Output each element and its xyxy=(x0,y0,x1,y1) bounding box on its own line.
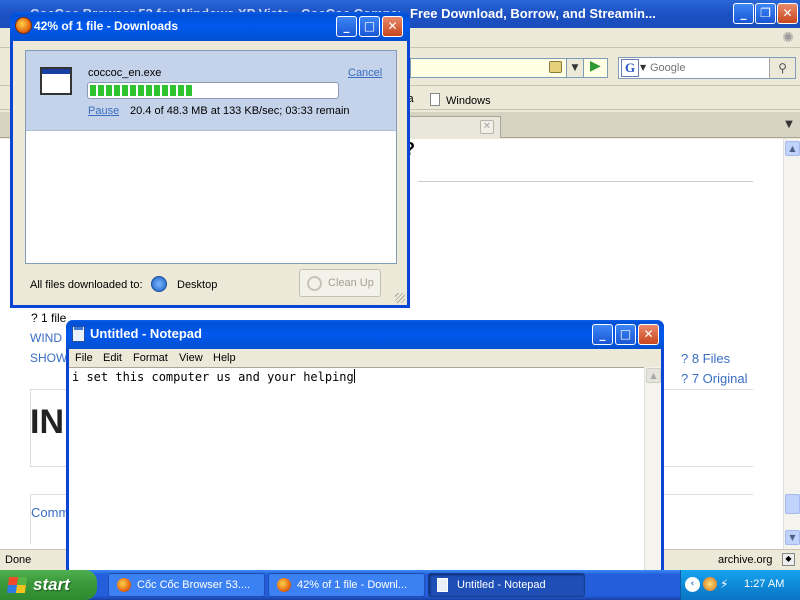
page-scrollbar[interactable]: ▲ ▼ xyxy=(783,139,800,549)
taskbar: start Cốc Cốc Browser 53.... 42% of 1 fi… xyxy=(0,570,800,600)
show-link[interactable]: SHOW xyxy=(30,351,67,365)
download-folder[interactable]: Desktop xyxy=(177,279,217,291)
search-box: G ▼ ⚲ xyxy=(618,57,796,79)
tab-list-icon[interactable]: ▼ xyxy=(780,114,798,136)
throbber-icon: ✺ xyxy=(782,30,794,46)
taskbar-item-browser[interactable]: Cốc Cốc Browser 53.... xyxy=(108,573,265,597)
search-input[interactable] xyxy=(650,60,770,76)
download-progress-bar xyxy=(87,82,339,99)
search-icon[interactable]: ⚲ xyxy=(769,58,795,78)
scroll-up-arrow-icon[interactable]: ▲ xyxy=(646,368,661,383)
download-progress-fill xyxy=(90,85,194,96)
notepad-menu-bar: File Edit Format View Help xyxy=(69,349,661,367)
clean-up-label: Clean Up xyxy=(328,277,374,289)
show-hidden-icons-icon[interactable]: ‹ xyxy=(685,577,700,592)
google-engine-icon[interactable]: G xyxy=(621,59,639,77)
scroll-down-arrow-icon[interactable]: ▼ xyxy=(785,530,800,545)
menu-format[interactable]: Format xyxy=(133,352,168,364)
taskbar-item-label: Cốc Cốc Browser 53.... xyxy=(137,579,251,591)
status-domain: archive.org xyxy=(718,554,773,566)
download-filename: coccoc_en.exe xyxy=(88,67,162,79)
clock[interactable]: 1:27 AM xyxy=(744,578,784,590)
url-dropdown-button[interactable]: ▼ xyxy=(566,58,584,78)
downloads-title: 42% of 1 file - Downloads xyxy=(34,19,179,33)
network-icon[interactable]: ⚡ xyxy=(720,577,734,591)
taskbar-item-label: Untitled - Notepad xyxy=(457,579,546,591)
windows-link[interactable]: WIND xyxy=(30,331,62,345)
files-count: ? 1 file xyxy=(31,311,67,325)
tray-app-icon[interactable] xyxy=(703,577,717,591)
bookmark-item-windows[interactable]: Windows xyxy=(430,93,491,107)
go-button[interactable]: ▶ xyxy=(590,58,601,74)
scroll-up-arrow-icon[interactable]: ▲ xyxy=(785,141,800,156)
menu-edit[interactable]: Edit xyxy=(103,352,122,364)
menu-help[interactable]: Help xyxy=(213,352,236,364)
firefox-close-button[interactable]: ✕ xyxy=(777,3,798,24)
divider xyxy=(418,181,753,182)
notepad-minimize-button[interactable]: _ xyxy=(592,324,613,345)
files-link[interactable]: ? 8 Files xyxy=(681,351,730,366)
taskbar-item-label: 42% of 1 file - Downl... xyxy=(297,579,408,591)
notepad-text-area[interactable]: i set this computer us and your helping xyxy=(69,367,661,570)
notepad-text: i set this computer us and your helping xyxy=(72,369,355,384)
desktop-icon[interactable] xyxy=(151,276,167,292)
system-tray: ‹ ⚡ 1:27 AM xyxy=(680,570,800,600)
status-text: Done xyxy=(5,554,32,566)
notepad-content: i set this computer us and your helping xyxy=(72,370,354,384)
notepad-title: Untitled - Notepad xyxy=(90,326,202,341)
download-item[interactable]: coccoc_en.exe Cancel Pause 20.4 of 48.3 … xyxy=(26,51,396,131)
notepad-scrollbar[interactable]: ▲ xyxy=(644,367,661,570)
start-label: start xyxy=(33,575,70,594)
cancel-link[interactable]: Cancel xyxy=(348,67,382,79)
download-status: 20.4 of 48.3 MB at 133 KB/sec; 03:33 rem… xyxy=(130,105,350,117)
downloads-window: 42% of 1 file - Downloads _ □ ✕ coccoc_e… xyxy=(10,12,410,308)
clean-up-icon xyxy=(307,276,322,291)
scroll-thumb[interactable] xyxy=(785,494,800,514)
downloads-title-bar[interactable]: 42% of 1 file - Downloads _ □ ✕ xyxy=(10,12,410,41)
firefox-restore-button[interactable]: ❐ xyxy=(755,3,776,24)
browser-icon xyxy=(117,578,131,592)
downloads-minimize-button[interactable]: _ xyxy=(336,16,357,37)
firefox-title: Free Download, Borrow, and Streamin... xyxy=(410,6,656,21)
firefox-icon xyxy=(15,17,32,34)
taskbar-item-notepad[interactable]: Untitled - Notepad xyxy=(428,573,585,597)
pause-link[interactable]: Pause xyxy=(88,105,119,117)
taskbar-item-downloads[interactable]: 42% of 1 file - Downl... xyxy=(268,573,425,597)
resize-grip-icon[interactable] xyxy=(395,293,405,303)
close-tab-icon[interactable]: ✕ xyxy=(480,120,494,134)
firefox-minimize-button[interactable]: _ xyxy=(733,3,754,24)
page-icon xyxy=(430,93,440,106)
notepad-icon xyxy=(72,326,85,342)
clean-up-button[interactable]: Clean Up xyxy=(299,269,381,297)
downloads-list: coccoc_en.exe Cancel Pause 20.4 of 48.3 … xyxy=(25,50,397,264)
menu-view[interactable]: View xyxy=(179,352,203,364)
notepad-icon xyxy=(437,578,448,592)
original-link[interactable]: ? 7 Original xyxy=(681,371,747,386)
notepad-window: Untitled - Notepad _ □ ✕ File Edit Forma… xyxy=(66,320,664,570)
notepad-title-bar[interactable]: Untitled - Notepad _ □ ✕ xyxy=(66,320,664,349)
start-button[interactable]: start xyxy=(0,570,97,600)
notepad-close-button[interactable]: ✕ xyxy=(638,324,659,345)
download-location-label: All files downloaded to: xyxy=(30,279,143,291)
chevron-down-icon[interactable]: ▼ xyxy=(640,63,646,72)
section-heading: IN xyxy=(30,403,64,441)
lock-icon xyxy=(549,61,562,73)
application-icon xyxy=(40,67,72,95)
notepad-maximize-button[interactable]: □ xyxy=(615,324,636,345)
downloads-close-button[interactable]: ✕ xyxy=(382,16,403,37)
status-icon[interactable]: ◆ xyxy=(782,553,795,566)
firefox-icon xyxy=(277,578,291,592)
menu-file[interactable]: File xyxy=(75,352,93,364)
windows-logo-icon xyxy=(6,577,28,593)
bookmark-label: Windows xyxy=(446,95,491,107)
downloads-maximize-button[interactable]: □ xyxy=(359,16,380,37)
text-caret xyxy=(353,369,355,383)
